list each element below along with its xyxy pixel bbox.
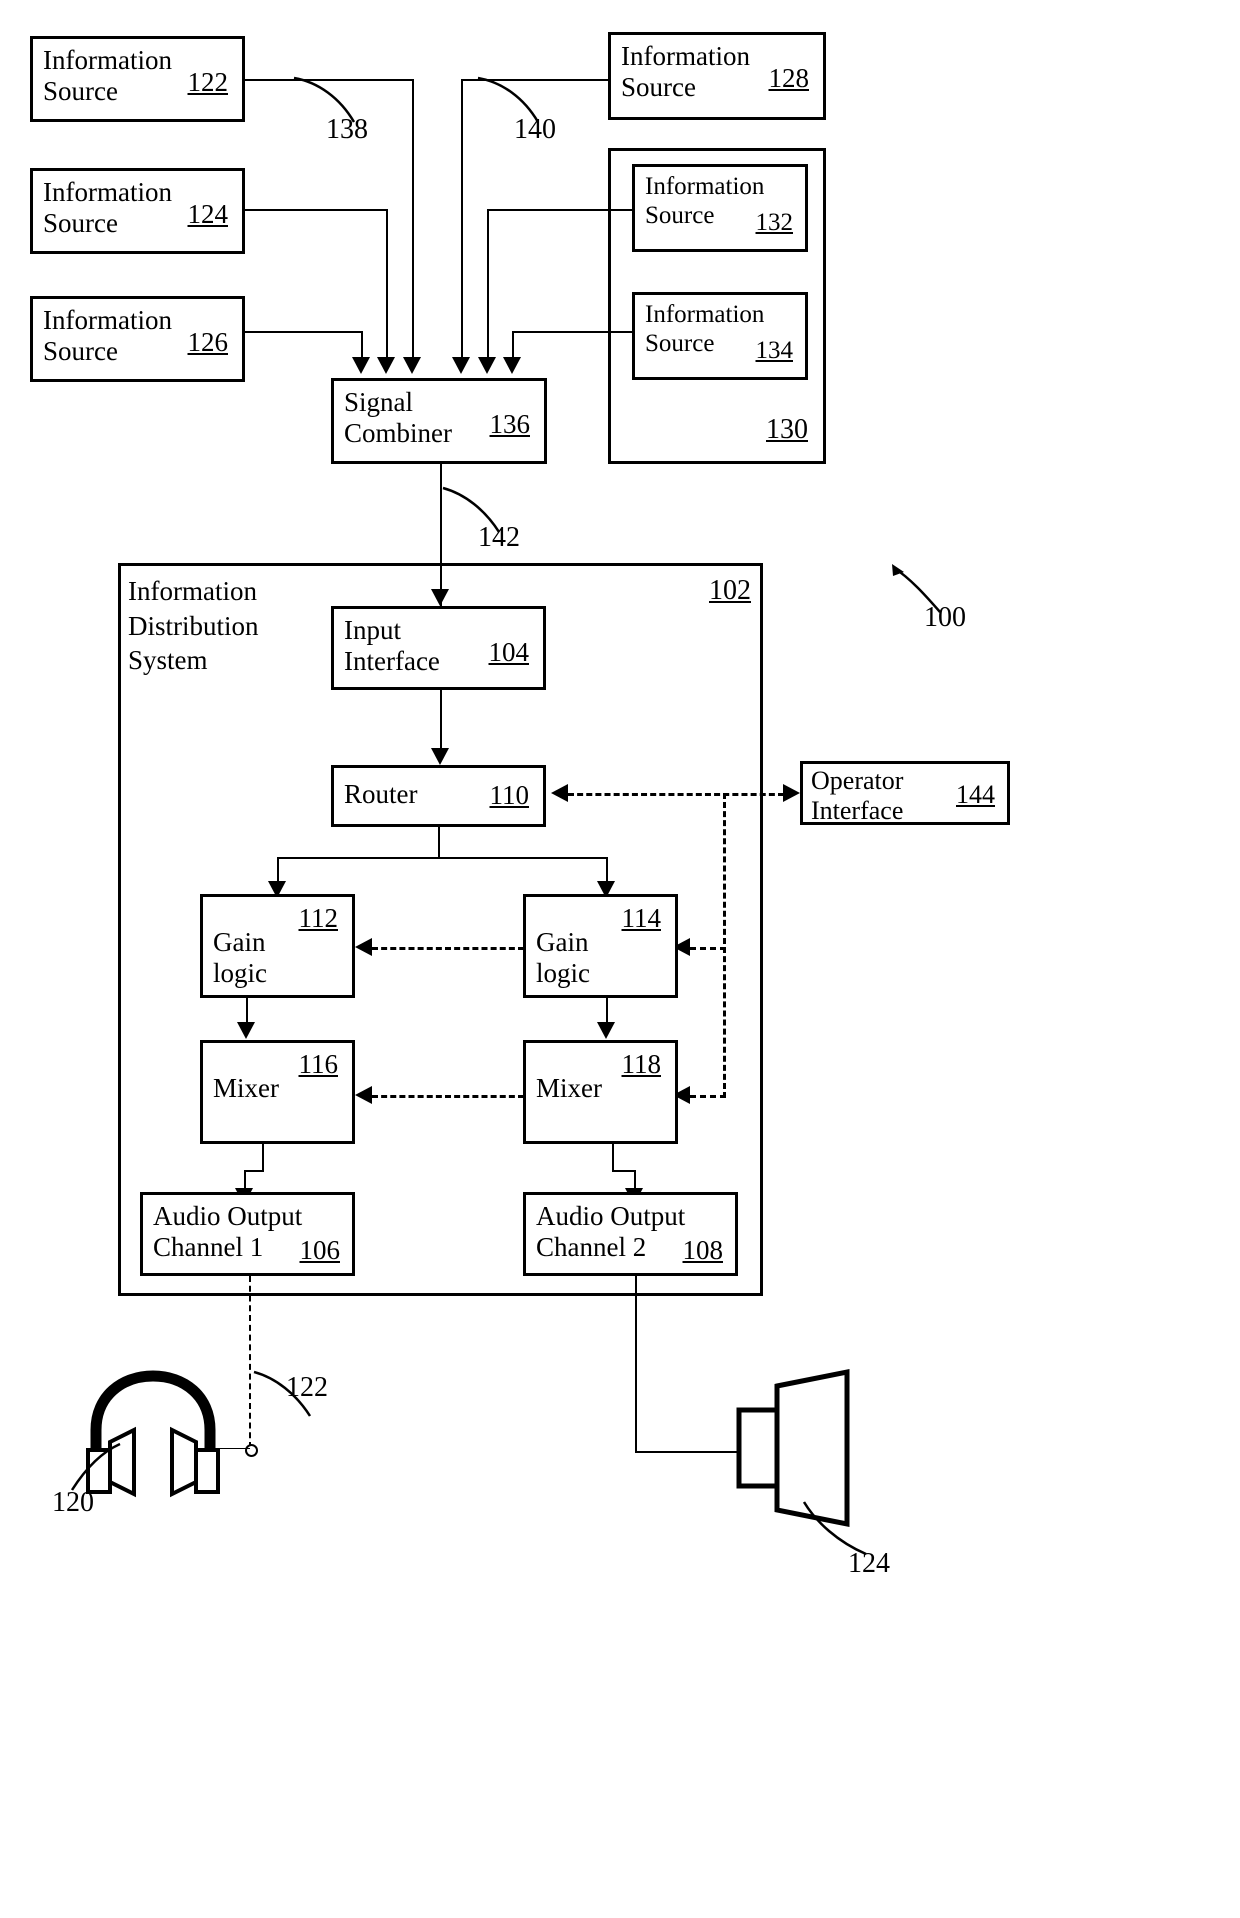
control-wire-gain2-to-gain1 <box>372 947 524 950</box>
node-ref-number: 132 <box>755 209 794 236</box>
arrowhead-gain2-to-gain1 <box>355 938 372 956</box>
arrowhead-124-to-combiner <box>377 357 395 374</box>
wire-132-to-combiner-h <box>487 209 633 211</box>
arrowhead-122-to-combiner <box>403 357 421 374</box>
node-information-source-132: Information Source 132 <box>632 164 808 252</box>
control-wire-to-gain-logic-2 <box>690 947 726 950</box>
connector-label-122-cable: 122 <box>286 1372 328 1403</box>
node-information-source-122: Information Source 122 <box>30 36 245 122</box>
node-mixer-116: Mixer 116 <box>200 1040 355 1144</box>
cable-output-2-to-speaker-h <box>635 1451 739 1453</box>
wire-126-to-combiner-v <box>361 331 363 357</box>
information-distribution-system-label: Information Distribution System <box>128 576 259 676</box>
connector-label-142: 142 <box>478 522 520 553</box>
wire-134-to-combiner-v <box>512 331 514 357</box>
source-group-130-ref: 130 <box>766 414 808 445</box>
headphone-jack-connector <box>245 1444 258 1457</box>
node-ref-number: 124 <box>187 199 229 229</box>
arrowhead-134-to-combiner <box>503 357 521 374</box>
node-information-source-128: Information Source 128 <box>608 32 826 120</box>
wire-124-to-combiner-v <box>386 209 388 357</box>
node-information-source-134: Information Source 134 <box>632 292 808 380</box>
node-mixer-118: Mixer 118 <box>523 1040 678 1144</box>
cable-output-2-to-speaker-v <box>635 1276 637 1451</box>
control-bus-vertical <box>723 793 726 1098</box>
node-gain-logic-112: Gain logic 112 <box>200 894 355 998</box>
node-ref-number: 104 <box>488 637 530 667</box>
node-ref-number: 112 <box>298 903 339 933</box>
patent-figure: Information Source 122 Information Sourc… <box>0 0 1240 1918</box>
wire-134-to-combiner-h <box>512 331 634 333</box>
arrowhead-gain-logic-2-to-mixer-2 <box>597 1022 615 1039</box>
wire-mixer-1-to-output-1-h <box>244 1170 264 1172</box>
device-ref-124: 124 <box>848 1548 890 1579</box>
node-label: Gain logic <box>536 927 590 989</box>
node-label: Gain logic <box>213 927 267 989</box>
information-distribution-system-ref: 102 <box>709 575 751 606</box>
connector-label-138: 138 <box>326 114 368 145</box>
node-router: Router 110 <box>331 765 546 827</box>
wire-router-bus <box>277 857 607 859</box>
control-wire-router-operator <box>568 793 784 796</box>
wire-mixer-1-to-output-1-v1 <box>262 1144 264 1170</box>
node-ref-number: 118 <box>621 1049 662 1079</box>
arrowhead-control-to-router <box>551 784 568 802</box>
control-wire-mixer2-to-mixer1 <box>372 1095 524 1098</box>
wire-input-interface-to-router <box>440 690 442 752</box>
arrowhead-132-to-combiner <box>478 357 496 374</box>
arrowhead-126-to-combiner <box>352 357 370 374</box>
arrowhead-input-interface-to-router <box>431 748 449 765</box>
arrowhead-128-to-combiner <box>452 357 470 374</box>
node-ref-number: 122 <box>187 67 229 97</box>
node-information-source-124: Information Source 124 <box>30 168 245 254</box>
node-ref-number: 108 <box>682 1235 724 1265</box>
node-audio-output-channel-1: Audio Output Channel 1 106 <box>140 1192 355 1276</box>
node-operator-interface: Operator Interface 144 <box>800 761 1010 825</box>
node-ref-number: 106 <box>299 1235 341 1265</box>
wire-mixer-2-to-output-2-h <box>612 1170 634 1172</box>
node-ref-number: 136 <box>489 409 531 439</box>
cable-output-1-to-headphones <box>249 1276 251 1448</box>
wire-128-to-combiner-v <box>461 79 463 357</box>
node-ref-number: 114 <box>621 903 662 933</box>
control-wire-to-mixer-2 <box>690 1095 726 1098</box>
arrowhead-control-to-operator <box>783 784 800 802</box>
node-ref-number: 110 <box>489 780 530 810</box>
node-information-source-126: Information Source 126 <box>30 296 245 382</box>
node-ref-number: 116 <box>298 1049 339 1079</box>
node-audio-output-channel-2: Audio Output Channel 2 108 <box>523 1192 738 1276</box>
node-input-interface: Input Interface 104 <box>331 606 546 690</box>
node-signal-combiner: Signal Combiner 136 <box>331 378 547 464</box>
node-ref-number: 126 <box>187 327 229 357</box>
figure-ref-100: 100 <box>924 602 966 633</box>
connector-label-140: 140 <box>514 114 556 145</box>
arrowhead-mixer2-to-mixer1 <box>355 1086 372 1104</box>
wire-126-to-combiner-h <box>245 331 362 333</box>
wire-122-to-combiner-v <box>412 79 414 357</box>
wire-router-stem <box>438 827 440 859</box>
wire-mixer-2-to-output-2-v1 <box>612 1144 614 1170</box>
node-ref-number: 144 <box>956 780 995 809</box>
node-ref-number: 128 <box>768 63 810 93</box>
arrowhead-gain-logic-1-to-mixer-1 <box>237 1022 255 1039</box>
node-gain-logic-114: Gain logic 114 <box>523 894 678 998</box>
wire-124-to-combiner-h <box>245 209 387 211</box>
wire-132-to-combiner-v <box>487 209 489 357</box>
node-ref-number: 134 <box>755 337 794 364</box>
device-ref-120: 120 <box>52 1487 94 1518</box>
